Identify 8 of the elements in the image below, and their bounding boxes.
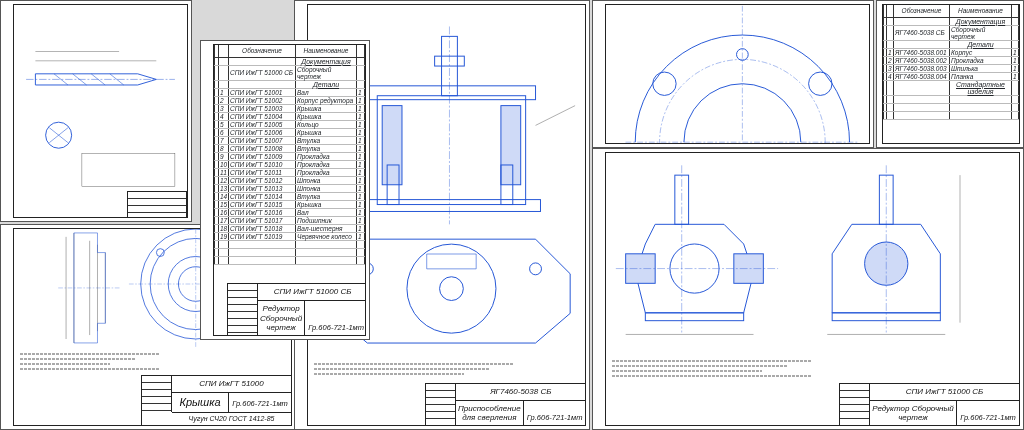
drawing-name-text: Приспособление для сверления xyxy=(456,400,524,425)
drawing-name-text: Редуктор Сборочный чертеж xyxy=(258,301,306,335)
drawing-number-text: СПИ ИжГТ 51000 СБ xyxy=(258,284,365,302)
drawing-number-text: СПИ ИжГТ 51000 xyxy=(172,375,291,393)
drawing-number-text: ЯГ7460-5038 СБ xyxy=(456,383,585,401)
drawing-number-text: СПИ ИжГТ 51000 СБ xyxy=(870,383,1019,401)
drawing-name-text: Редуктор Сборочный чертеж xyxy=(870,400,957,425)
drawing-name-text: Крышка xyxy=(172,392,229,412)
